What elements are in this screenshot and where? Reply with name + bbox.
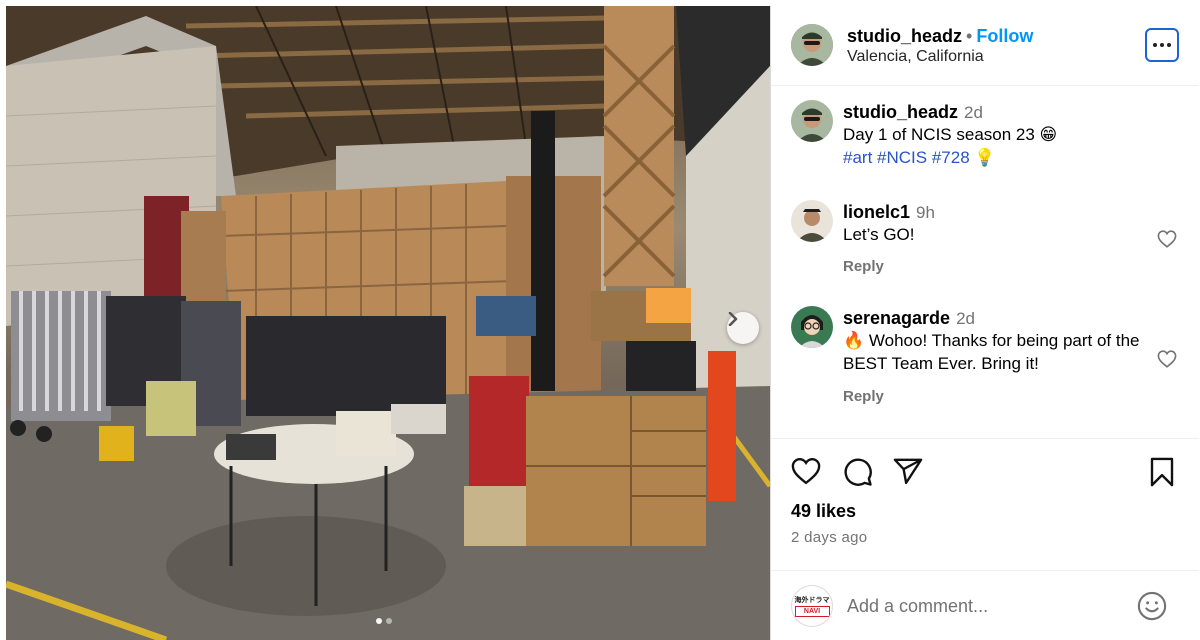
reply-button[interactable]: Reply: [843, 258, 884, 275]
caption-hashtags: #art #NCIS #728 💡: [843, 146, 1183, 169]
author-line: studio_headz • Follow: [847, 26, 1033, 47]
comment-input[interactable]: [847, 591, 1127, 621]
comment-author[interactable]: serenagarde: [843, 308, 950, 328]
reply-button[interactable]: Reply: [843, 388, 884, 405]
follow-button[interactable]: Follow: [976, 26, 1033, 46]
comment-text: 🔥 Wohoo! Thanks for being part of the BE…: [843, 329, 1143, 375]
comment-author-avatar[interactable]: [791, 200, 833, 242]
heart-icon[interactable]: [791, 457, 821, 485]
hashtag-art[interactable]: #art: [843, 148, 872, 167]
separator-dot: •: [966, 26, 973, 46]
carousel-dot: [386, 618, 392, 624]
smiley-icon[interactable]: [1137, 591, 1167, 621]
current-user-avatar: 海外ドラマ NAVI: [791, 585, 833, 627]
avatar-photo: [791, 306, 833, 348]
caption: studio_headz 2d Day 1 of NCIS season 23 😁…: [843, 102, 1183, 169]
avatar-badge-bottom: NAVI: [794, 605, 830, 617]
avatar-photo: [791, 24, 833, 66]
fire-emoji: 🔥: [843, 331, 865, 350]
author-avatar[interactable]: [791, 24, 833, 66]
carousel-dot-active: [376, 618, 382, 624]
comments-list[interactable]: studio_headz 2d Day 1 of NCIS season 23 😁…: [771, 86, 1199, 438]
post-date[interactable]: 2 days ago: [791, 529, 867, 546]
comment-time[interactable]: 9h: [916, 203, 935, 222]
carousel-indicator: [376, 618, 392, 624]
action-bar: 49 likes 2 days ago: [771, 438, 1199, 566]
author-username[interactable]: studio_headz: [847, 26, 962, 46]
likes-count[interactable]: 49 likes: [791, 501, 856, 522]
comment-bubble-icon[interactable]: [843, 457, 873, 487]
heart-icon[interactable]: [1157, 230, 1177, 248]
more-options-icon-dot: [1167, 43, 1171, 47]
hashtag-ncis[interactable]: #NCIS: [877, 148, 927, 167]
comment: serenagarde 2d 🔥 Wohoo! Thanks for being …: [843, 308, 1143, 375]
comment-time[interactable]: 2d: [956, 309, 975, 328]
caption-text: Day 1 of NCIS season 23 😁: [843, 125, 1058, 144]
heart-icon[interactable]: [1157, 350, 1177, 368]
photo-scene: [6, 6, 770, 640]
avatar-badge-top: 海外ドラマ: [794, 596, 830, 604]
paper-plane-icon[interactable]: [893, 457, 923, 485]
lightbulb-emoji: 💡: [974, 148, 996, 167]
post-location[interactable]: Valencia, California: [847, 48, 984, 66]
bookmark-icon[interactable]: [1149, 457, 1175, 487]
post-photo[interactable]: [6, 6, 770, 640]
comment: lionelc1 9h Let’s GO!: [843, 202, 1143, 246]
post-side-panel: studio_headz • Follow Valencia, California…: [770, 6, 1199, 640]
more-options-icon-dot: [1160, 43, 1164, 47]
comment-author-avatar[interactable]: [791, 306, 833, 348]
comment-text: Let’s GO!: [843, 225, 915, 244]
chevron-right-icon: [728, 312, 738, 326]
hashtag-728[interactable]: #728: [932, 148, 970, 167]
comment-composer: 海外ドラマ NAVI: [771, 570, 1199, 640]
post-header: studio_headz • Follow Valencia, California: [771, 6, 1199, 86]
more-options-button[interactable]: [1145, 28, 1179, 62]
more-options-icon: [1153, 43, 1157, 47]
caption-time[interactable]: 2d: [964, 103, 983, 122]
comment-author[interactable]: lionelc1: [843, 202, 910, 222]
next-photo-button[interactable]: [727, 312, 759, 344]
caption-author[interactable]: studio_headz: [843, 102, 958, 122]
avatar-photo: [791, 100, 833, 142]
comment-text-body: Wohoo! Thanks for being part of the BEST…: [843, 331, 1140, 373]
avatar-photo: [791, 200, 833, 242]
caption-author-avatar[interactable]: [791, 100, 833, 142]
avatar-badge: 海外ドラマ NAVI: [794, 596, 830, 617]
